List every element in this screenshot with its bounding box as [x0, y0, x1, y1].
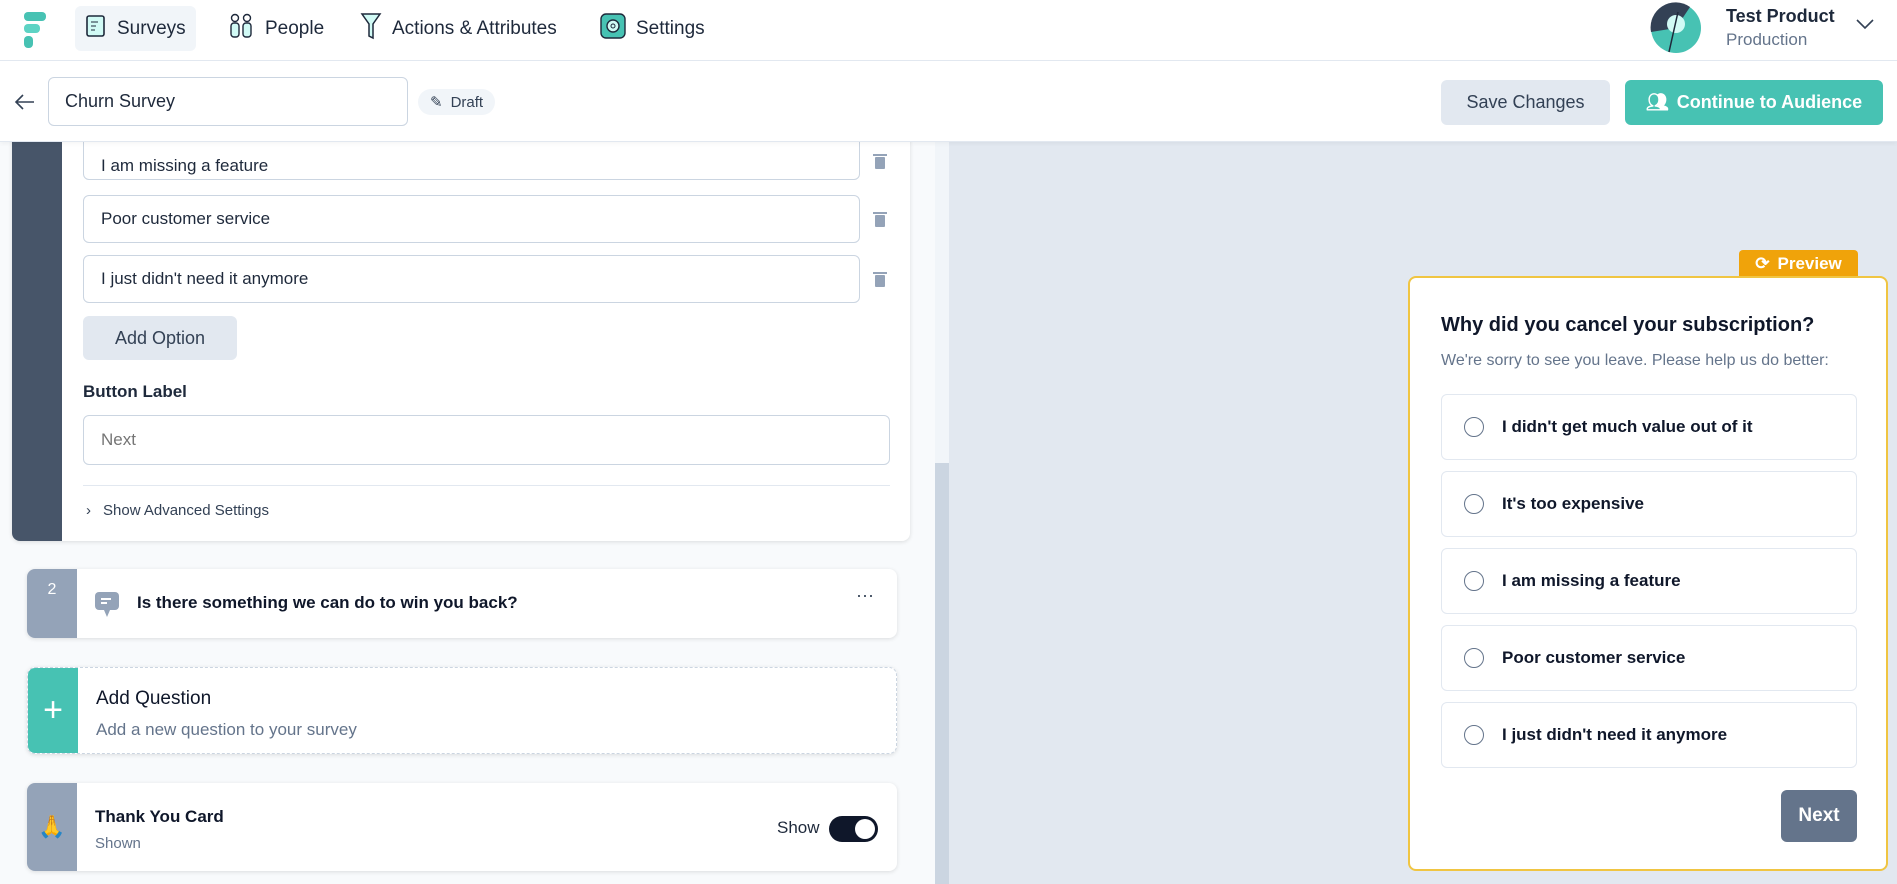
- continue-to-audience-button[interactable]: 👥︎ Continue to Audience: [1625, 80, 1883, 125]
- chevron-right-icon: ›: [86, 502, 91, 519]
- option-input[interactable]: I just didn't need it anymore: [83, 255, 860, 303]
- logo-icon[interactable]: [22, 12, 48, 48]
- preview-panel: ⟳ Preview Why did you cancel your subscri…: [949, 142, 1897, 884]
- trash-icon[interactable]: [872, 270, 888, 288]
- top-nav: Surveys People Actions & Attributes Sett…: [0, 0, 1897, 61]
- product-switcher[interactable]: Test Product Production: [1650, 2, 1890, 56]
- survey-toolbar: ✎Draft Save Changes 👥︎Continue to Audien…: [0, 61, 1897, 142]
- question-card-2[interactable]: 2 Is there something we can do to win yo…: [27, 569, 897, 638]
- people-icon: [227, 13, 255, 45]
- option-input[interactable]: I am missing a feature: [83, 142, 860, 180]
- nav-surveys[interactable]: Surveys: [75, 6, 196, 51]
- option-input[interactable]: Poor customer service: [83, 195, 860, 243]
- funnel-icon: [360, 12, 382, 46]
- message-icon: [95, 592, 119, 617]
- nav-settings[interactable]: Settings: [590, 6, 715, 51]
- editor-panel: I am missing a feature Poor customer ser…: [0, 142, 935, 884]
- chevron-down-icon: [1856, 19, 1874, 30]
- nav-people[interactable]: People: [217, 6, 334, 51]
- add-option-button[interactable]: Add Option: [83, 316, 237, 360]
- save-changes-button[interactable]: Save Changes: [1441, 80, 1610, 125]
- preview-option[interactable]: Poor customer service: [1441, 625, 1857, 691]
- refresh-icon[interactable]: ⟳: [1755, 254, 1769, 274]
- show-advanced-settings[interactable]: › Show Advanced Settings: [86, 502, 269, 519]
- pencil-icon: ✎: [430, 94, 443, 111]
- nav-actions-attributes[interactable]: Actions & Attributes: [350, 6, 567, 51]
- divider: [83, 485, 890, 486]
- thank-you-card[interactable]: 🙏 Thank You Card Shown Show: [27, 783, 897, 871]
- preview-badge: ⟳ Preview: [1739, 250, 1858, 277]
- preview-option[interactable]: I didn't get much value out of it: [1441, 394, 1857, 460]
- plus-icon: +: [28, 668, 78, 753]
- radio-button[interactable]: [1464, 725, 1484, 745]
- gear-icon: [600, 12, 626, 45]
- radio-button[interactable]: [1464, 648, 1484, 668]
- users-icon: 👥︎: [1645, 92, 1669, 112]
- survey-icon: [85, 14, 107, 44]
- preview-option[interactable]: I am missing a feature: [1441, 548, 1857, 614]
- radio-button[interactable]: [1464, 571, 1484, 591]
- scrollbar-thumb[interactable]: [935, 463, 949, 884]
- praying-hands-icon: 🙏: [27, 783, 77, 871]
- button-label-input[interactable]: [83, 415, 890, 465]
- preview-option[interactable]: I just didn't need it anymore: [1441, 702, 1857, 768]
- radio-button[interactable]: [1464, 494, 1484, 514]
- trash-icon[interactable]: [872, 152, 888, 170]
- back-arrow-icon[interactable]: [14, 93, 36, 111]
- status-badge: ✎ Draft: [418, 89, 496, 115]
- radio-button[interactable]: [1464, 417, 1484, 437]
- survey-name-input[interactable]: [48, 77, 408, 126]
- preview-next-button[interactable]: Next: [1781, 790, 1857, 842]
- more-options-icon[interactable]: ···: [856, 585, 874, 606]
- product-avatar: [1650, 2, 1701, 53]
- preview-option[interactable]: It's too expensive: [1441, 471, 1857, 537]
- trash-icon[interactable]: [872, 210, 888, 228]
- add-question-card[interactable]: + Add Question Add a new question to you…: [27, 667, 897, 754]
- show-toggle[interactable]: [829, 816, 878, 842]
- preview-card: Why did you cancel your subscription? We…: [1408, 276, 1888, 871]
